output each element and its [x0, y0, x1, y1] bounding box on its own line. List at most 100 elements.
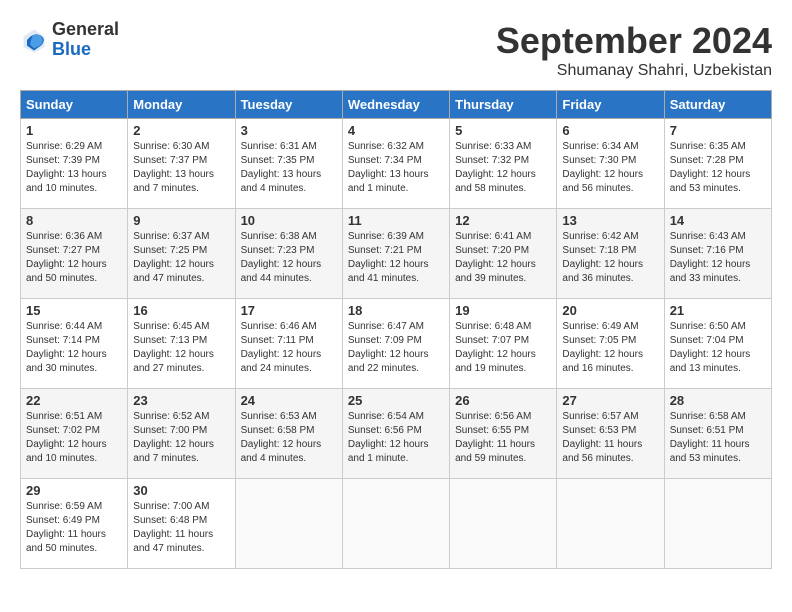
day-detail: Sunrise: 6:35 AMSunset: 7:28 PMDaylight:…	[670, 140, 766, 196]
logo: General Blue	[20, 20, 119, 60]
calendar-row: 22 Sunrise: 6:51 AMSunset: 7:02 PMDaylig…	[21, 389, 772, 479]
day-detail: Sunrise: 6:29 AMSunset: 7:39 PMDaylight:…	[26, 140, 122, 196]
table-row: 3 Sunrise: 6:31 AMSunset: 7:35 PMDayligh…	[235, 119, 342, 209]
day-number: 11	[348, 213, 444, 228]
table-row: 4 Sunrise: 6:32 AMSunset: 7:34 PMDayligh…	[342, 119, 449, 209]
calendar-row: 1 Sunrise: 6:29 AMSunset: 7:39 PMDayligh…	[21, 119, 772, 209]
day-number: 30	[133, 483, 229, 498]
day-detail: Sunrise: 6:58 AMSunset: 6:51 PMDaylight:…	[670, 410, 766, 466]
table-row: 19 Sunrise: 6:48 AMSunset: 7:07 PMDaylig…	[450, 299, 557, 389]
day-number: 5	[455, 123, 551, 138]
table-row: 17 Sunrise: 6:46 AMSunset: 7:11 PMDaylig…	[235, 299, 342, 389]
day-detail: Sunrise: 6:47 AMSunset: 7:09 PMDaylight:…	[348, 320, 444, 376]
day-number: 27	[562, 393, 658, 408]
calendar-table: Sunday Monday Tuesday Wednesday Thursday…	[20, 90, 772, 569]
table-row: 14 Sunrise: 6:43 AMSunset: 7:16 PMDaylig…	[664, 209, 771, 299]
table-row: 27 Sunrise: 6:57 AMSunset: 6:53 PMDaylig…	[557, 389, 664, 479]
table-row: 9 Sunrise: 6:37 AMSunset: 7:25 PMDayligh…	[128, 209, 235, 299]
table-row: 6 Sunrise: 6:34 AMSunset: 7:30 PMDayligh…	[557, 119, 664, 209]
calendar-row: 29 Sunrise: 6:59 AMSunset: 6:49 PMDaylig…	[21, 479, 772, 569]
day-number: 23	[133, 393, 229, 408]
day-number: 21	[670, 303, 766, 318]
day-number: 8	[26, 213, 122, 228]
col-monday: Monday	[128, 91, 235, 119]
day-detail: Sunrise: 6:49 AMSunset: 7:05 PMDaylight:…	[562, 320, 658, 376]
logo-text: General Blue	[52, 20, 119, 60]
day-number: 19	[455, 303, 551, 318]
day-number: 20	[562, 303, 658, 318]
day-detail: Sunrise: 6:31 AMSunset: 7:35 PMDaylight:…	[241, 140, 337, 196]
day-detail: Sunrise: 6:44 AMSunset: 7:14 PMDaylight:…	[26, 320, 122, 376]
day-number: 16	[133, 303, 229, 318]
table-row: 26 Sunrise: 6:56 AMSunset: 6:55 PMDaylig…	[450, 389, 557, 479]
calendar-row: 15 Sunrise: 6:44 AMSunset: 7:14 PMDaylig…	[21, 299, 772, 389]
day-detail: Sunrise: 6:48 AMSunset: 7:07 PMDaylight:…	[455, 320, 551, 376]
day-number: 13	[562, 213, 658, 228]
table-row: 20 Sunrise: 6:49 AMSunset: 7:05 PMDaylig…	[557, 299, 664, 389]
day-number: 6	[562, 123, 658, 138]
day-detail: Sunrise: 6:32 AMSunset: 7:34 PMDaylight:…	[348, 140, 444, 196]
day-number: 12	[455, 213, 551, 228]
logo-icon	[20, 26, 48, 54]
table-row: 22 Sunrise: 6:51 AMSunset: 7:02 PMDaylig…	[21, 389, 128, 479]
table-row	[557, 479, 664, 569]
logo-general: General	[52, 20, 119, 40]
day-detail: Sunrise: 6:59 AMSunset: 6:49 PMDaylight:…	[26, 500, 122, 556]
month-title: September 2024	[496, 20, 772, 62]
title-block: September 2024 Shumanay Shahri, Uzbekist…	[496, 20, 772, 80]
col-sunday: Sunday	[21, 91, 128, 119]
day-detail: Sunrise: 6:33 AMSunset: 7:32 PMDaylight:…	[455, 140, 551, 196]
day-detail: Sunrise: 6:45 AMSunset: 7:13 PMDaylight:…	[133, 320, 229, 376]
day-number: 4	[348, 123, 444, 138]
day-detail: Sunrise: 6:50 AMSunset: 7:04 PMDaylight:…	[670, 320, 766, 376]
day-number: 7	[670, 123, 766, 138]
day-number: 9	[133, 213, 229, 228]
day-number: 25	[348, 393, 444, 408]
day-detail: Sunrise: 6:53 AMSunset: 6:58 PMDaylight:…	[241, 410, 337, 466]
table-row	[235, 479, 342, 569]
day-number: 26	[455, 393, 551, 408]
day-detail: Sunrise: 6:37 AMSunset: 7:25 PMDaylight:…	[133, 230, 229, 286]
day-detail: Sunrise: 6:43 AMSunset: 7:16 PMDaylight:…	[670, 230, 766, 286]
day-detail: Sunrise: 6:42 AMSunset: 7:18 PMDaylight:…	[562, 230, 658, 286]
table-row: 21 Sunrise: 6:50 AMSunset: 7:04 PMDaylig…	[664, 299, 771, 389]
table-row	[342, 479, 449, 569]
day-number: 22	[26, 393, 122, 408]
table-row: 28 Sunrise: 6:58 AMSunset: 6:51 PMDaylig…	[664, 389, 771, 479]
day-number: 29	[26, 483, 122, 498]
day-detail: Sunrise: 6:51 AMSunset: 7:02 PMDaylight:…	[26, 410, 122, 466]
day-detail: Sunrise: 6:57 AMSunset: 6:53 PMDaylight:…	[562, 410, 658, 466]
table-row: 16 Sunrise: 6:45 AMSunset: 7:13 PMDaylig…	[128, 299, 235, 389]
page-header: General Blue September 2024 Shumanay Sha…	[20, 20, 772, 80]
table-row: 25 Sunrise: 6:54 AMSunset: 6:56 PMDaylig…	[342, 389, 449, 479]
day-detail: Sunrise: 6:34 AMSunset: 7:30 PMDaylight:…	[562, 140, 658, 196]
table-row	[450, 479, 557, 569]
table-row: 13 Sunrise: 6:42 AMSunset: 7:18 PMDaylig…	[557, 209, 664, 299]
col-tuesday: Tuesday	[235, 91, 342, 119]
day-detail: Sunrise: 6:54 AMSunset: 6:56 PMDaylight:…	[348, 410, 444, 466]
location-title: Shumanay Shahri, Uzbekistan	[496, 62, 772, 80]
day-detail: Sunrise: 6:38 AMSunset: 7:23 PMDaylight:…	[241, 230, 337, 286]
table-row: 29 Sunrise: 6:59 AMSunset: 6:49 PMDaylig…	[21, 479, 128, 569]
table-row: 24 Sunrise: 6:53 AMSunset: 6:58 PMDaylig…	[235, 389, 342, 479]
day-number: 14	[670, 213, 766, 228]
col-saturday: Saturday	[664, 91, 771, 119]
table-row: 18 Sunrise: 6:47 AMSunset: 7:09 PMDaylig…	[342, 299, 449, 389]
table-row: 1 Sunrise: 6:29 AMSunset: 7:39 PMDayligh…	[21, 119, 128, 209]
table-row: 7 Sunrise: 6:35 AMSunset: 7:28 PMDayligh…	[664, 119, 771, 209]
table-row: 2 Sunrise: 6:30 AMSunset: 7:37 PMDayligh…	[128, 119, 235, 209]
table-row: 8 Sunrise: 6:36 AMSunset: 7:27 PMDayligh…	[21, 209, 128, 299]
table-row	[664, 479, 771, 569]
header-row: Sunday Monday Tuesday Wednesday Thursday…	[21, 91, 772, 119]
day-detail: Sunrise: 6:30 AMSunset: 7:37 PMDaylight:…	[133, 140, 229, 196]
day-number: 15	[26, 303, 122, 318]
day-detail: Sunrise: 6:46 AMSunset: 7:11 PMDaylight:…	[241, 320, 337, 376]
day-detail: Sunrise: 6:56 AMSunset: 6:55 PMDaylight:…	[455, 410, 551, 466]
calendar-row: 8 Sunrise: 6:36 AMSunset: 7:27 PMDayligh…	[21, 209, 772, 299]
day-number: 18	[348, 303, 444, 318]
col-thursday: Thursday	[450, 91, 557, 119]
logo-blue: Blue	[52, 40, 119, 60]
table-row: 30 Sunrise: 7:00 AMSunset: 6:48 PMDaylig…	[128, 479, 235, 569]
table-row: 15 Sunrise: 6:44 AMSunset: 7:14 PMDaylig…	[21, 299, 128, 389]
table-row: 12 Sunrise: 6:41 AMSunset: 7:20 PMDaylig…	[450, 209, 557, 299]
